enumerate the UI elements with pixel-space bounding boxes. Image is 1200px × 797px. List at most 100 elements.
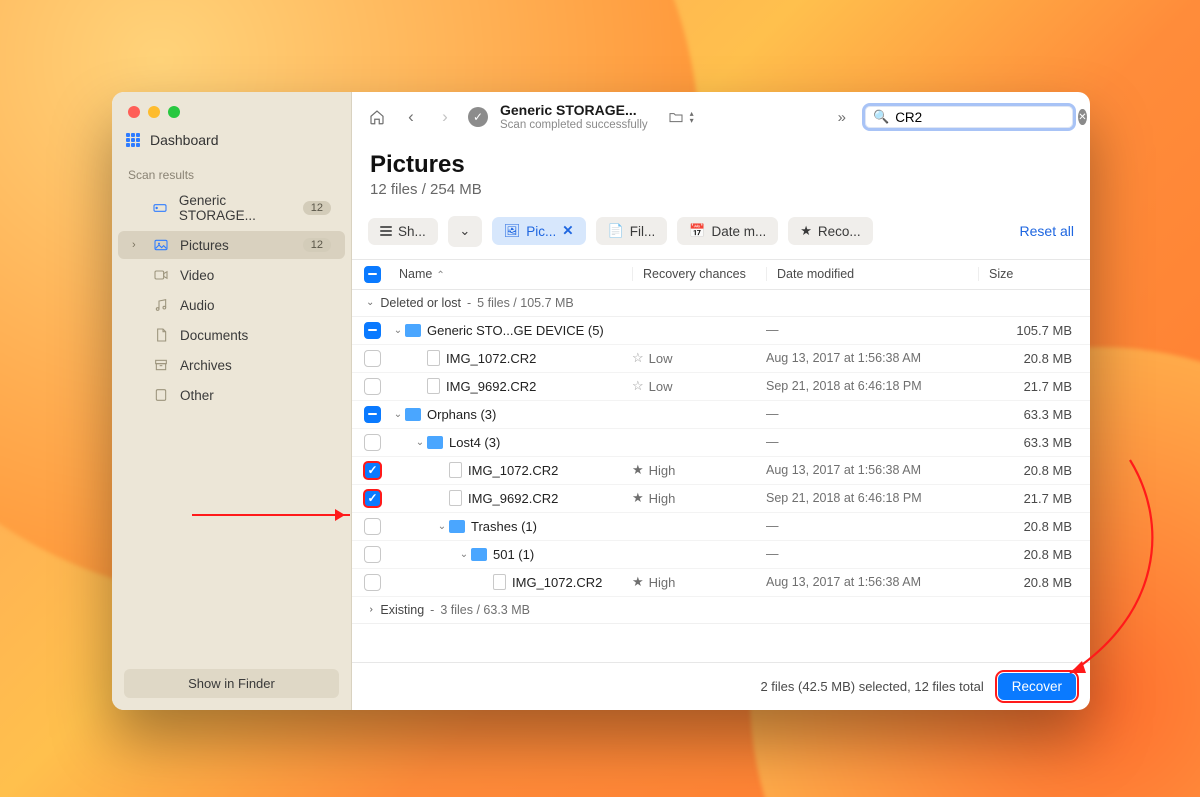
select-all-checkbox[interactable]	[364, 266, 381, 283]
table-row[interactable]: ⌄Lost4 (3)—63.3 MB	[352, 429, 1090, 457]
row-checkbox[interactable]	[364, 378, 381, 395]
reset-filters-button[interactable]: Reset all	[1020, 223, 1074, 239]
group-meta: 3 files / 63.3 MB	[440, 603, 530, 617]
column-recovery[interactable]: Recovery chances	[632, 267, 766, 281]
file-icon: 📄	[608, 223, 624, 239]
location-picker[interactable]: ▴▾	[666, 109, 694, 125]
row-date: Aug 13, 2017 at 1:56:38 AM	[766, 463, 978, 477]
forward-button[interactable]: ›	[434, 106, 456, 128]
row-name: IMG_1072.CR2	[381, 574, 632, 590]
drive-icon	[151, 200, 169, 216]
filter-show-dropdown[interactable]: ⌄	[448, 216, 482, 247]
sidebar-item-other[interactable]: Other	[118, 381, 345, 409]
filter-label: Sh...	[398, 224, 426, 239]
column-size[interactable]: Size	[978, 267, 1078, 281]
sidebar-item-documents[interactable]: Documents	[118, 321, 345, 349]
table-row[interactable]: IMG_1072.CR2★HighAug 13, 2017 at 1:56:38…	[352, 569, 1090, 597]
maximize-window-button[interactable]	[168, 106, 180, 118]
row-date: —	[766, 407, 978, 421]
pictures-icon: 🖼	[504, 223, 521, 239]
column-date[interactable]: Date modified	[766, 267, 978, 281]
audio-icon	[152, 297, 170, 313]
calendar-icon: 📅	[689, 223, 705, 239]
row-checkbox[interactable]	[364, 434, 381, 451]
table-row[interactable]: IMG_9692.CR2★HighSep 21, 2018 at 6:46:18…	[352, 485, 1090, 513]
clear-search-button[interactable]: ✕	[1078, 109, 1086, 125]
row-checkbox[interactable]	[364, 406, 381, 423]
table-row[interactable]: ⌄Generic STO...GE DEVICE (5)—105.7 MB	[352, 317, 1090, 345]
search-field[interactable]: 🔍 ✕	[862, 103, 1076, 131]
dashboard-link[interactable]: Dashboard	[112, 128, 351, 162]
row-checkbox[interactable]	[364, 574, 381, 591]
filter-label: Fil...	[630, 224, 656, 239]
remove-filter-icon[interactable]: ✕	[562, 223, 573, 239]
row-checkbox[interactable]	[364, 322, 381, 339]
row-checkbox[interactable]	[364, 350, 381, 367]
group-deleted-header[interactable]: ⌄ Deleted or lost - 5 files / 105.7 MB	[352, 290, 1090, 317]
table-row[interactable]: IMG_1072.CR2★HighAug 13, 2017 at 1:56:38…	[352, 457, 1090, 485]
column-name[interactable]: Name⌃	[381, 267, 632, 281]
annotation-arrow-checkbox	[192, 514, 350, 516]
close-window-button[interactable]	[128, 106, 140, 118]
row-size: 105.7 MB	[978, 323, 1078, 338]
row-checkbox[interactable]	[364, 546, 381, 563]
other-icon	[152, 387, 170, 403]
chevron-down-icon[interactable]: ⌄	[391, 409, 405, 420]
filter-pictures-chip[interactable]: 🖼 Pic... ✕	[492, 217, 586, 245]
filter-file-button[interactable]: 📄 Fil...	[596, 217, 668, 245]
table-row[interactable]: ⌄Trashes (1)—20.8 MB	[352, 513, 1090, 541]
star-icon: ★	[632, 490, 644, 506]
table-row[interactable]: IMG_1072.CR2☆LowAug 13, 2017 at 1:56:38 …	[352, 345, 1090, 373]
search-input[interactable]	[895, 110, 1072, 125]
folder-icon	[405, 408, 421, 421]
chevron-down-icon[interactable]: ⌄	[391, 325, 405, 336]
table-row[interactable]: IMG_9692.CR2☆LowSep 21, 2018 at 6:46:18 …	[352, 373, 1090, 401]
table-header: Name⌃ Recovery chances Date modified Siz…	[352, 260, 1090, 290]
star-icon: ☆	[632, 350, 644, 366]
group-existing-header[interactable]: ⌄ Existing - 3 files / 63.3 MB	[352, 597, 1090, 624]
chevron-down-icon[interactable]: ⌄	[413, 437, 427, 448]
filter-label: Reco...	[818, 224, 861, 239]
overflow-button[interactable]: »	[834, 109, 850, 126]
toolbar-title-block: Generic STORAGE... Scan completed succes…	[500, 102, 648, 133]
chevron-down-icon[interactable]: ⌄	[457, 549, 471, 560]
row-recovery: ☆Low	[632, 378, 766, 394]
filter-show-button[interactable]: Sh...	[368, 218, 438, 245]
sidebar-item-label: Documents	[180, 328, 248, 343]
chevron-down-icon[interactable]: ⌄	[435, 521, 449, 532]
row-date: —	[766, 323, 978, 337]
recover-button[interactable]: Recover	[998, 673, 1076, 700]
filter-date-button[interactable]: 📅 Date m...	[677, 217, 778, 245]
sidebar-item-archives[interactable]: Archives	[118, 351, 345, 379]
sidebar-item-device[interactable]: Generic STORAGE... 12	[118, 187, 345, 229]
row-recovery: ☆Low	[632, 350, 766, 366]
table-row[interactable]: ⌄501 (1)—20.8 MB	[352, 541, 1090, 569]
row-name: IMG_1072.CR2	[381, 462, 632, 478]
sidebar-section-label: Scan results	[112, 162, 351, 186]
star-icon: ★	[800, 223, 812, 239]
row-checkbox[interactable]	[364, 462, 381, 479]
page-title: Pictures	[370, 151, 1072, 179]
back-button[interactable]: ‹	[400, 106, 422, 128]
minimize-window-button[interactable]	[148, 106, 160, 118]
sidebar-item-video[interactable]: Video	[118, 261, 345, 289]
home-button[interactable]	[366, 106, 388, 128]
sidebar-item-audio[interactable]: Audio	[118, 291, 345, 319]
star-icon: ★	[632, 462, 644, 478]
row-size: 20.8 MB	[978, 519, 1078, 534]
row-date: Aug 13, 2017 at 1:56:38 AM	[766, 351, 978, 365]
group-title: Existing	[380, 603, 424, 617]
file-icon	[427, 378, 440, 394]
row-checkbox[interactable]	[364, 518, 381, 535]
pictures-icon	[152, 237, 170, 253]
sidebar-item-pictures[interactable]: › Pictures 12	[118, 231, 345, 259]
toolbar-title: Generic STORAGE...	[500, 102, 648, 119]
table-row[interactable]: ⌄Orphans (3)—63.3 MB	[352, 401, 1090, 429]
row-recovery: ★High	[632, 574, 766, 590]
star-icon: ★	[632, 574, 644, 590]
filter-recovery-button[interactable]: ★ Reco...	[788, 217, 872, 245]
row-date: —	[766, 435, 978, 449]
show-in-finder-button[interactable]: Show in Finder	[124, 669, 339, 698]
main-panel: ‹ › ✓ Generic STORAGE... Scan completed …	[352, 92, 1090, 710]
row-checkbox[interactable]	[364, 490, 381, 507]
